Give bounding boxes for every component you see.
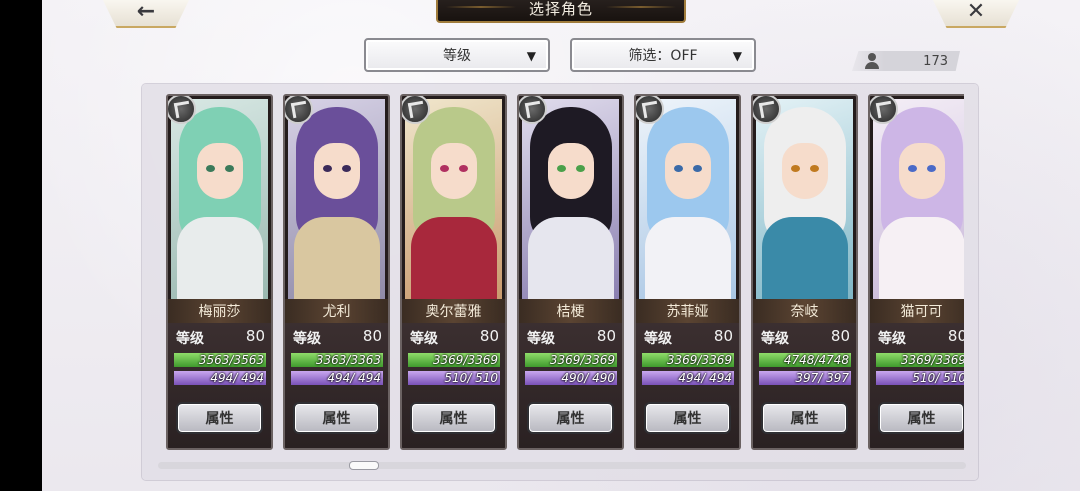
weapon-type-icon: [870, 96, 898, 124]
character-portrait: [639, 99, 736, 299]
level-value: 80: [479, 327, 499, 345]
level-label: 等级: [293, 331, 321, 347]
character-portrait: [522, 99, 619, 299]
level-value: 80: [245, 327, 265, 345]
filter-dropdown-label: 筛选：OFF: [628, 48, 698, 64]
character-stats: 等级 80 3369/3369 494/ 494 属性: [636, 323, 739, 448]
character-card[interactable]: 苏菲娅 等级 80 3369/3369 494/ 494 属性: [634, 94, 741, 450]
hp-bar: 4748/4748: [759, 353, 851, 367]
hp-bar: 3563/3563: [174, 353, 266, 367]
character-portrait: [756, 99, 853, 299]
level-label: 等级: [527, 331, 555, 347]
page-title: 选择角色: [528, 0, 593, 18]
hp-bar: 3369/3369: [408, 353, 500, 367]
arrow-left-icon: ←: [136, 0, 156, 24]
roster-count-value: 173: [923, 53, 948, 69]
close-button[interactable]: ✕: [930, 0, 1022, 28]
character-card[interactable]: 奈岐 等级 80 4748/4748 397/ 397 属性: [751, 94, 858, 450]
character-card[interactable]: 猫可可 等级 80 3369/3369 510/ 510 属性: [868, 94, 964, 450]
character-stats: 等级 80 3369/3369 510/ 510 属性: [402, 323, 505, 448]
level-label: 等级: [644, 331, 672, 347]
character-card[interactable]: 梅丽莎 等级 80 3563/3563 494/ 494 属性: [166, 94, 273, 450]
character-portrait: [288, 99, 385, 299]
character-stats: 等级 80 3369/3369 510/ 510 属性: [870, 323, 964, 448]
level-value: 80: [362, 327, 382, 345]
hp-bar: 3369/3369: [525, 353, 617, 367]
level-label: 等级: [176, 331, 204, 347]
person-icon: [865, 53, 879, 69]
character-name: 苏菲娅: [636, 299, 739, 323]
character-list[interactable]: 梅丽莎 等级 80 3563/3563 494/ 494 属性 尤利 等级 80…: [162, 94, 964, 456]
mp-bar: 397/ 397: [759, 371, 851, 385]
weapon-type-icon: [519, 96, 547, 124]
attributes-button[interactable]: 属性: [293, 402, 380, 434]
character-card[interactable]: 奥尔蕾雅 等级 80 3369/3369 510/ 510 属性: [400, 94, 507, 450]
level-value: 80: [713, 327, 733, 345]
hp-bar: 3363/3363: [291, 353, 383, 367]
weapon-type-icon: [402, 96, 430, 124]
attributes-button[interactable]: 属性: [644, 402, 731, 434]
mp-bar: 494/ 494: [642, 371, 734, 385]
mp-bar: 494/ 494: [174, 371, 266, 385]
level-value: 80: [947, 327, 964, 345]
character-name: 奈岐: [753, 299, 856, 323]
game-screen: ← 选择角色 ✕ 等级 ▼ 筛选：OFF ▼ 173 梅丽莎 等级 80 356…: [42, 0, 1080, 491]
weapon-type-icon: [753, 96, 781, 124]
level-value: 80: [596, 327, 616, 345]
character-portrait: [873, 99, 964, 299]
character-name: 尤利: [285, 299, 388, 323]
hp-bar: 3369/3369: [876, 353, 964, 367]
level-label: 等级: [410, 331, 438, 347]
chevron-down-icon: ▼: [732, 49, 742, 63]
roster-count: 173: [852, 51, 960, 71]
mp-bar: 490/ 490: [525, 371, 617, 385]
attributes-button[interactable]: 属性: [176, 402, 263, 434]
character-card[interactable]: 桔梗 等级 80 3369/3369 490/ 490 属性: [517, 94, 624, 450]
character-portrait: [405, 99, 502, 299]
scrollbar-thumb[interactable]: [349, 461, 379, 470]
title-plate: 选择角色: [436, 0, 686, 23]
mp-bar: 510/ 510: [876, 371, 964, 385]
level-value: 80: [830, 327, 850, 345]
weapon-type-icon: [636, 96, 664, 124]
character-name: 猫可可: [870, 299, 964, 323]
character-stats: 等级 80 3563/3563 494/ 494 属性: [168, 323, 271, 448]
character-name: 梅丽莎: [168, 299, 271, 323]
attributes-button[interactable]: 属性: [761, 402, 848, 434]
close-icon: ✕: [966, 0, 986, 24]
character-name: 桔梗: [519, 299, 622, 323]
level-label: 等级: [878, 331, 906, 347]
level-label: 等级: [761, 331, 789, 347]
attributes-button[interactable]: 属性: [410, 402, 497, 434]
sort-dropdown[interactable]: 等级 ▼: [364, 38, 550, 72]
filter-dropdown[interactable]: 筛选：OFF ▼: [570, 38, 756, 72]
character-stats: 等级 80 3363/3363 494/ 494 属性: [285, 323, 388, 448]
hp-bar: 3369/3369: [642, 353, 734, 367]
character-stats: 等级 80 3369/3369 490/ 490 属性: [519, 323, 622, 448]
weapon-type-icon: [168, 96, 196, 124]
character-name: 奥尔蕾雅: [402, 299, 505, 323]
character-portrait: [171, 99, 268, 299]
horizontal-scrollbar[interactable]: [158, 462, 966, 469]
attributes-button[interactable]: 属性: [527, 402, 614, 434]
weapon-type-icon: [285, 96, 313, 124]
character-stats: 等级 80 4748/4748 397/ 397 属性: [753, 323, 856, 448]
sort-dropdown-label: 等级: [443, 48, 471, 64]
chevron-down-icon: ▼: [526, 49, 536, 63]
attributes-button[interactable]: 属性: [878, 402, 964, 434]
mp-bar: 510/ 510: [408, 371, 500, 385]
mp-bar: 494/ 494: [291, 371, 383, 385]
back-button[interactable]: ←: [100, 0, 192, 28]
character-card[interactable]: 尤利 等级 80 3363/3363 494/ 494 属性: [283, 94, 390, 450]
